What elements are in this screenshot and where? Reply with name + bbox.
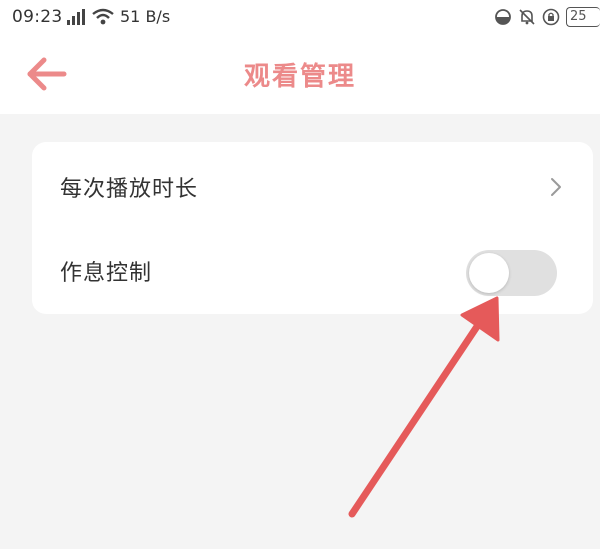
battery-icon: 25	[566, 7, 600, 27]
data-saver-icon	[495, 9, 511, 25]
chevron-right-icon	[551, 178, 561, 196]
setting-row-play-duration[interactable]: 每次播放时长	[32, 146, 593, 226]
alarm-icon	[519, 9, 535, 25]
lock-icon	[542, 8, 560, 26]
settings-card: 每次播放时长 作息控制	[32, 142, 593, 314]
wifi-icon	[92, 8, 114, 25]
setting-label-play-duration: 每次播放时长	[60, 177, 199, 202]
app-header: 观看管理	[0, 36, 600, 114]
setting-label-schedule-control: 作息控制	[60, 261, 153, 286]
toggle-knob	[469, 253, 509, 293]
network-speed: 51 B/s	[120, 7, 171, 26]
setting-row-schedule-control: 作息控制	[32, 230, 593, 310]
schedule-control-toggle[interactable]	[466, 250, 557, 296]
status-bar: 09:23 51 B/s 25	[0, 0, 600, 36]
page-title: 观看管理	[243, 62, 356, 92]
signal-icon	[67, 9, 85, 25]
status-time: 09:23	[12, 7, 63, 27]
status-icons: 25	[494, 6, 600, 28]
